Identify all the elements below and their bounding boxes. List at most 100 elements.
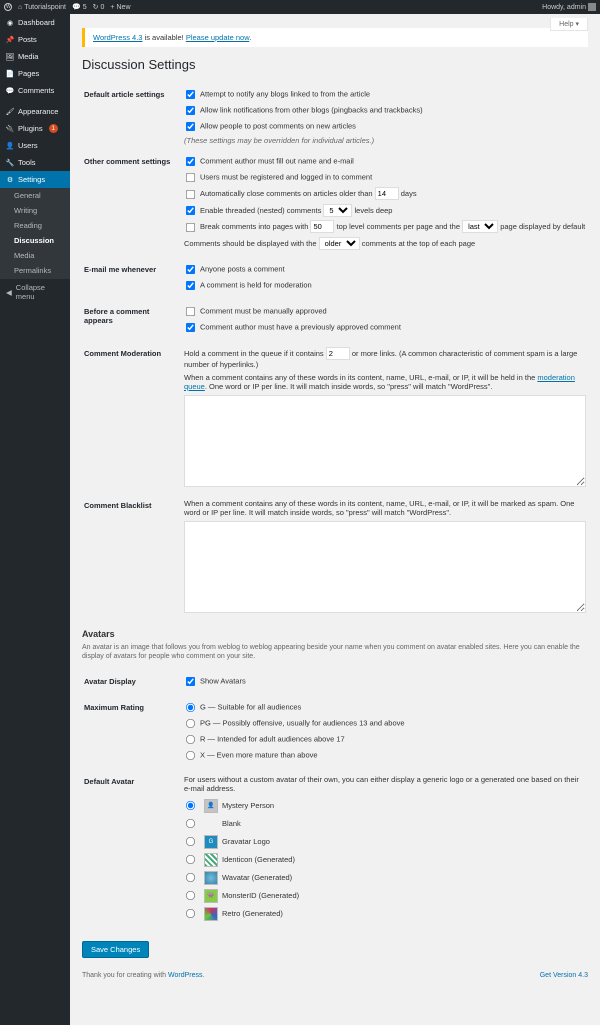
get-version-link[interactable]: Get Version 4.3 — [540, 972, 588, 979]
email-anyone-checkbox[interactable] — [186, 264, 195, 273]
update-now-link[interactable]: Please update now — [186, 33, 249, 42]
rating-g-radio[interactable] — [186, 703, 195, 712]
submenu-general[interactable]: General — [0, 188, 70, 203]
main-content: Help ▾ WordPress 4.3 is available! Pleas… — [70, 14, 600, 1025]
sidebar-item-pages[interactable]: 📄Pages — [0, 65, 70, 82]
paginate-option[interactable]: Break comments into pages with top level… — [184, 220, 586, 234]
sidebar-item-appearance[interactable]: 🖌Appearance — [0, 103, 70, 120]
submenu-discussion[interactable]: Discussion — [0, 233, 70, 248]
auto-close-checkbox[interactable] — [186, 189, 195, 198]
prev-approved-option[interactable]: Comment author must have a previously ap… — [184, 321, 586, 334]
email-moderation-option[interactable]: A comment is held for moderation — [184, 279, 586, 292]
account-link[interactable]: Howdy, admin — [542, 3, 596, 11]
avatar-wavatar-radio[interactable] — [186, 873, 195, 882]
updates-link[interactable]: ↻ 0 — [93, 3, 105, 11]
require-registration-checkbox[interactable] — [186, 173, 195, 182]
paginate-checkbox[interactable] — [186, 222, 195, 231]
rating-r-radio[interactable] — [186, 735, 195, 744]
default-page-select[interactable]: last — [462, 220, 498, 233]
show-avatars-option[interactable]: Show Avatars — [184, 675, 586, 688]
email-anyone-option[interactable]: Anyone posts a comment — [184, 263, 586, 276]
brush-icon: 🖌 — [6, 108, 14, 116]
per-page-field[interactable] — [310, 220, 334, 233]
allow-comments-checkbox[interactable] — [186, 122, 195, 131]
home-icon: ⌂ — [18, 4, 22, 11]
allow-comments-option[interactable]: Allow people to post comments on new art… — [184, 120, 586, 133]
rating-x-option[interactable]: X — Even more mature than above — [184, 749, 586, 762]
wp-version-link[interactable]: WordPress 4.3 — [93, 33, 142, 42]
rating-pg-radio[interactable] — [186, 719, 195, 728]
notify-blogs-option[interactable]: Attempt to notify any blogs linked to fr… — [184, 88, 586, 101]
comment-order-select[interactable]: older — [319, 237, 360, 250]
wrench-icon: 🔧 — [6, 159, 14, 167]
mystery-avatar-icon: 👤 — [204, 799, 218, 813]
require-name-email-option[interactable]: Comment author must fill out name and e-… — [184, 155, 586, 168]
max-rating-label: Maximum Rating — [84, 697, 182, 769]
avatar-retro-radio[interactable] — [186, 909, 195, 918]
avatar-blank-radio[interactable] — [186, 819, 195, 828]
sidebar-item-media[interactable]: 🖼Media — [0, 48, 70, 65]
new-content-link[interactable]: + New — [110, 4, 130, 11]
submenu-writing[interactable]: Writing — [0, 203, 70, 218]
rating-r-option[interactable]: R — Intended for adult audiences above 1… — [184, 733, 586, 746]
site-link[interactable]: ⌂ Tutorialspoint — [18, 4, 66, 11]
comments-link[interactable]: 💬 5 — [72, 3, 87, 11]
manual-approve-checkbox[interactable] — [186, 306, 195, 315]
submenu-reading[interactable]: Reading — [0, 218, 70, 233]
require-name-email-checkbox[interactable] — [186, 157, 195, 166]
sidebar-item-dashboard[interactable]: ◉Dashboard — [0, 14, 70, 31]
allow-pingbacks-option[interactable]: Allow link notifications from other blog… — [184, 104, 586, 117]
sidebar-item-posts[interactable]: 📌Posts — [0, 31, 70, 48]
sidebar-item-tools[interactable]: 🔧Tools — [0, 154, 70, 171]
rating-pg-option[interactable]: PG — Possibly offensive, usually for aud… — [184, 717, 586, 730]
avatars-desc: An avatar is an image that follows you f… — [82, 643, 588, 661]
avatar-gravatar-option[interactable]: GGravatar Logo — [184, 835, 586, 849]
show-avatars-checkbox[interactable] — [186, 677, 195, 686]
allow-pingbacks-checkbox[interactable] — [186, 106, 195, 115]
max-links-field[interactable] — [326, 347, 350, 360]
moderation-label: Comment Moderation — [84, 343, 182, 493]
sidebar-item-users[interactable]: 👤Users — [0, 137, 70, 154]
wordpress-link[interactable]: WordPress — [168, 972, 203, 979]
avatar-monster-option[interactable]: 👾MonsterID (Generated) — [184, 889, 586, 903]
avatar-mystery-radio[interactable] — [186, 801, 195, 810]
prev-approved-checkbox[interactable] — [186, 322, 195, 331]
gear-icon: ⚙ — [6, 176, 14, 184]
notify-blogs-checkbox[interactable] — [186, 90, 195, 99]
save-changes-button[interactable]: Save Changes — [82, 941, 149, 958]
plugins-update-badge: 1 — [49, 124, 58, 133]
page-icon: 📄 — [6, 70, 14, 78]
submenu-media[interactable]: Media — [0, 248, 70, 263]
avatar-monster-radio[interactable] — [186, 891, 195, 900]
avatar-identicon-option[interactable]: Identicon (Generated) — [184, 853, 586, 867]
collapse-menu-button[interactable]: ◀Collapse menu — [0, 278, 70, 305]
avatar-retro-option[interactable]: Retro (Generated) — [184, 907, 586, 921]
avatar-identicon-radio[interactable] — [186, 855, 195, 864]
rating-x-radio[interactable] — [186, 751, 195, 760]
auto-close-option[interactable]: Automatically close comments on articles… — [184, 187, 586, 201]
rating-g-option[interactable]: G — Suitable for all audiences — [184, 701, 586, 714]
require-registration-option[interactable]: Users must be registered and logged in t… — [184, 171, 586, 184]
blacklist-keys-textarea[interactable] — [184, 521, 586, 613]
close-days-field[interactable] — [375, 187, 399, 200]
threaded-comments-option[interactable]: Enable threaded (nested) comments 5 leve… — [184, 204, 586, 218]
email-moderation-checkbox[interactable] — [186, 280, 195, 289]
pin-icon: 📌 — [6, 36, 14, 44]
avatar-mystery-option[interactable]: 👤Mystery Person — [184, 799, 586, 813]
avatar — [588, 3, 596, 11]
sidebar-item-settings[interactable]: ⚙Settings — [0, 171, 70, 188]
blank-avatar-icon — [204, 817, 218, 831]
submenu-permalinks[interactable]: Permalinks — [0, 263, 70, 278]
avatar-blank-option[interactable]: Blank — [184, 817, 586, 831]
manual-approve-option[interactable]: Comment must be manually approved — [184, 305, 586, 318]
threaded-checkbox[interactable] — [186, 206, 195, 215]
wp-logo-icon[interactable] — [4, 3, 12, 11]
help-tab[interactable]: Help ▾ — [550, 18, 588, 31]
thread-depth-select[interactable]: 5 — [323, 204, 352, 217]
sidebar-item-comments[interactable]: 💬Comments — [0, 82, 70, 99]
sidebar-item-plugins[interactable]: 🔌Plugins1 — [0, 120, 70, 137]
moderation-keys-textarea[interactable] — [184, 395, 586, 487]
avatar-gravatar-radio[interactable] — [186, 837, 195, 846]
default-article-note: (These settings may be overridden for in… — [184, 136, 586, 145]
avatar-wavatar-option[interactable]: Wavatar (Generated) — [184, 871, 586, 885]
